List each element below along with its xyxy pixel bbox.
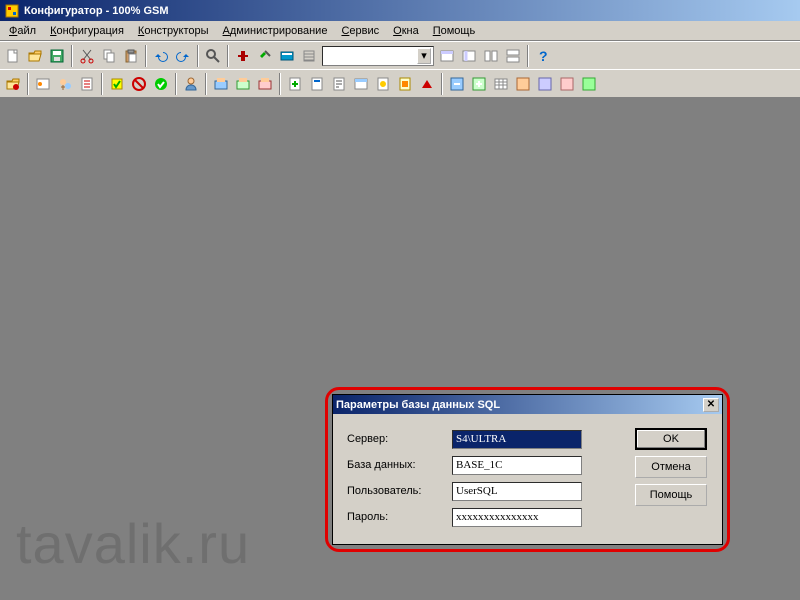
save-icon[interactable]: [46, 45, 68, 67]
tool-icon[interactable]: [328, 73, 350, 95]
label-server: Сервер:: [347, 433, 452, 445]
tool-icon[interactable]: [372, 73, 394, 95]
separator-icon: [279, 73, 281, 95]
chevron-down-icon[interactable]: ▾: [417, 48, 431, 64]
cancel-button[interactable]: Отмена: [635, 456, 707, 478]
watermark: tavalik.ru: [16, 511, 250, 576]
separator-icon: [527, 45, 529, 67]
tool-icon[interactable]: [150, 73, 172, 95]
tool-icon[interactable]: [54, 73, 76, 95]
tool-icon[interactable]: [468, 73, 490, 95]
separator-icon: [27, 73, 29, 95]
toolbar-combo[interactable]: ▾: [322, 46, 434, 66]
database-field[interactable]: [452, 456, 582, 475]
label-user: Пользователь:: [347, 485, 452, 497]
menu-constructors[interactable]: Конструкторы: [131, 23, 216, 39]
app-icon: [4, 3, 20, 19]
help-button[interactable]: Помощь: [635, 484, 707, 506]
svg-text:?: ?: [539, 48, 548, 64]
toolbar-row-2: [0, 69, 800, 97]
separator-icon: [71, 45, 73, 67]
dialog-title: Параметры базы данных SQL: [336, 399, 703, 411]
dialog-titlebar[interactable]: Параметры базы данных SQL ✕: [333, 395, 722, 414]
undo-icon[interactable]: [150, 45, 172, 67]
redo-icon[interactable]: [172, 45, 194, 67]
menu-help[interactable]: Помощь: [426, 23, 483, 39]
sql-params-dialog: Параметры базы данных SQL ✕ Сервер: База…: [332, 394, 723, 545]
dialog-highlight: Параметры базы данных SQL ✕ Сервер: База…: [325, 387, 730, 552]
separator-icon: [175, 73, 177, 95]
tool-icon[interactable]: [210, 73, 232, 95]
tool-icon[interactable]: [232, 45, 254, 67]
copy-icon[interactable]: [98, 45, 120, 67]
tool-icon[interactable]: [128, 73, 150, 95]
tool-icon[interactable]: [232, 73, 254, 95]
tool-icon[interactable]: [32, 73, 54, 95]
server-field[interactable]: [452, 430, 582, 449]
menu-file[interactable]: Файл: [2, 23, 43, 39]
separator-icon: [205, 73, 207, 95]
tool-icon[interactable]: [306, 73, 328, 95]
password-field[interactable]: [452, 508, 582, 527]
user-icon[interactable]: [180, 73, 202, 95]
tool-icon[interactable]: [106, 73, 128, 95]
menu-admin[interactable]: Администрирование: [216, 23, 335, 39]
tool-icon[interactable]: [556, 73, 578, 95]
tool-icon[interactable]: [446, 73, 468, 95]
find-icon[interactable]: [202, 45, 224, 67]
label-password: Пароль:: [347, 511, 452, 523]
tool-icon[interactable]: [436, 45, 458, 67]
tool-icon[interactable]: [284, 73, 306, 95]
tool-icon[interactable]: [394, 73, 416, 95]
tool-icon[interactable]: [254, 73, 276, 95]
menubar: Файл Конфигурация Конструкторы Администр…: [0, 21, 800, 41]
separator-icon: [441, 73, 443, 95]
menu-windows[interactable]: Окна: [386, 23, 426, 39]
tool-icon[interactable]: [534, 73, 556, 95]
tool-icon[interactable]: [254, 45, 276, 67]
toolbar-row-1: ▾ ?: [0, 41, 800, 69]
menu-config[interactable]: Конфигурация: [43, 23, 131, 39]
config-open-icon[interactable]: [2, 73, 24, 95]
menu-service[interactable]: Сервис: [334, 23, 386, 39]
close-icon[interactable]: ✕: [703, 398, 719, 412]
new-icon[interactable]: [2, 45, 24, 67]
titlebar: Конфигуратор - 100% GSM: [0, 0, 800, 21]
tool-icon[interactable]: [76, 73, 98, 95]
tool-icon[interactable]: [512, 73, 534, 95]
tool-icon[interactable]: [480, 45, 502, 67]
separator-icon: [227, 45, 229, 67]
app-title: Конфигуратор - 100% GSM: [24, 5, 796, 17]
separator-icon: [197, 45, 199, 67]
tool-icon[interactable]: [298, 45, 320, 67]
paste-icon[interactable]: [120, 45, 142, 67]
tool-icon[interactable]: [458, 45, 480, 67]
tool-icon[interactable]: [350, 73, 372, 95]
tool-icon[interactable]: [490, 73, 512, 95]
tool-icon[interactable]: [416, 73, 438, 95]
separator-icon: [101, 73, 103, 95]
label-database: База данных:: [347, 459, 452, 471]
ok-button[interactable]: OK: [635, 428, 707, 450]
tool-icon[interactable]: [578, 73, 600, 95]
cut-icon[interactable]: [76, 45, 98, 67]
user-field[interactable]: [452, 482, 582, 501]
toolbars: ▾ ?: [0, 41, 800, 98]
tool-icon[interactable]: [502, 45, 524, 67]
separator-icon: [145, 45, 147, 67]
tool-icon[interactable]: [276, 45, 298, 67]
workspace: tavalik.ru Параметры базы данных SQL ✕ С…: [0, 97, 800, 600]
help-icon[interactable]: ?: [532, 45, 554, 67]
open-icon[interactable]: [24, 45, 46, 67]
